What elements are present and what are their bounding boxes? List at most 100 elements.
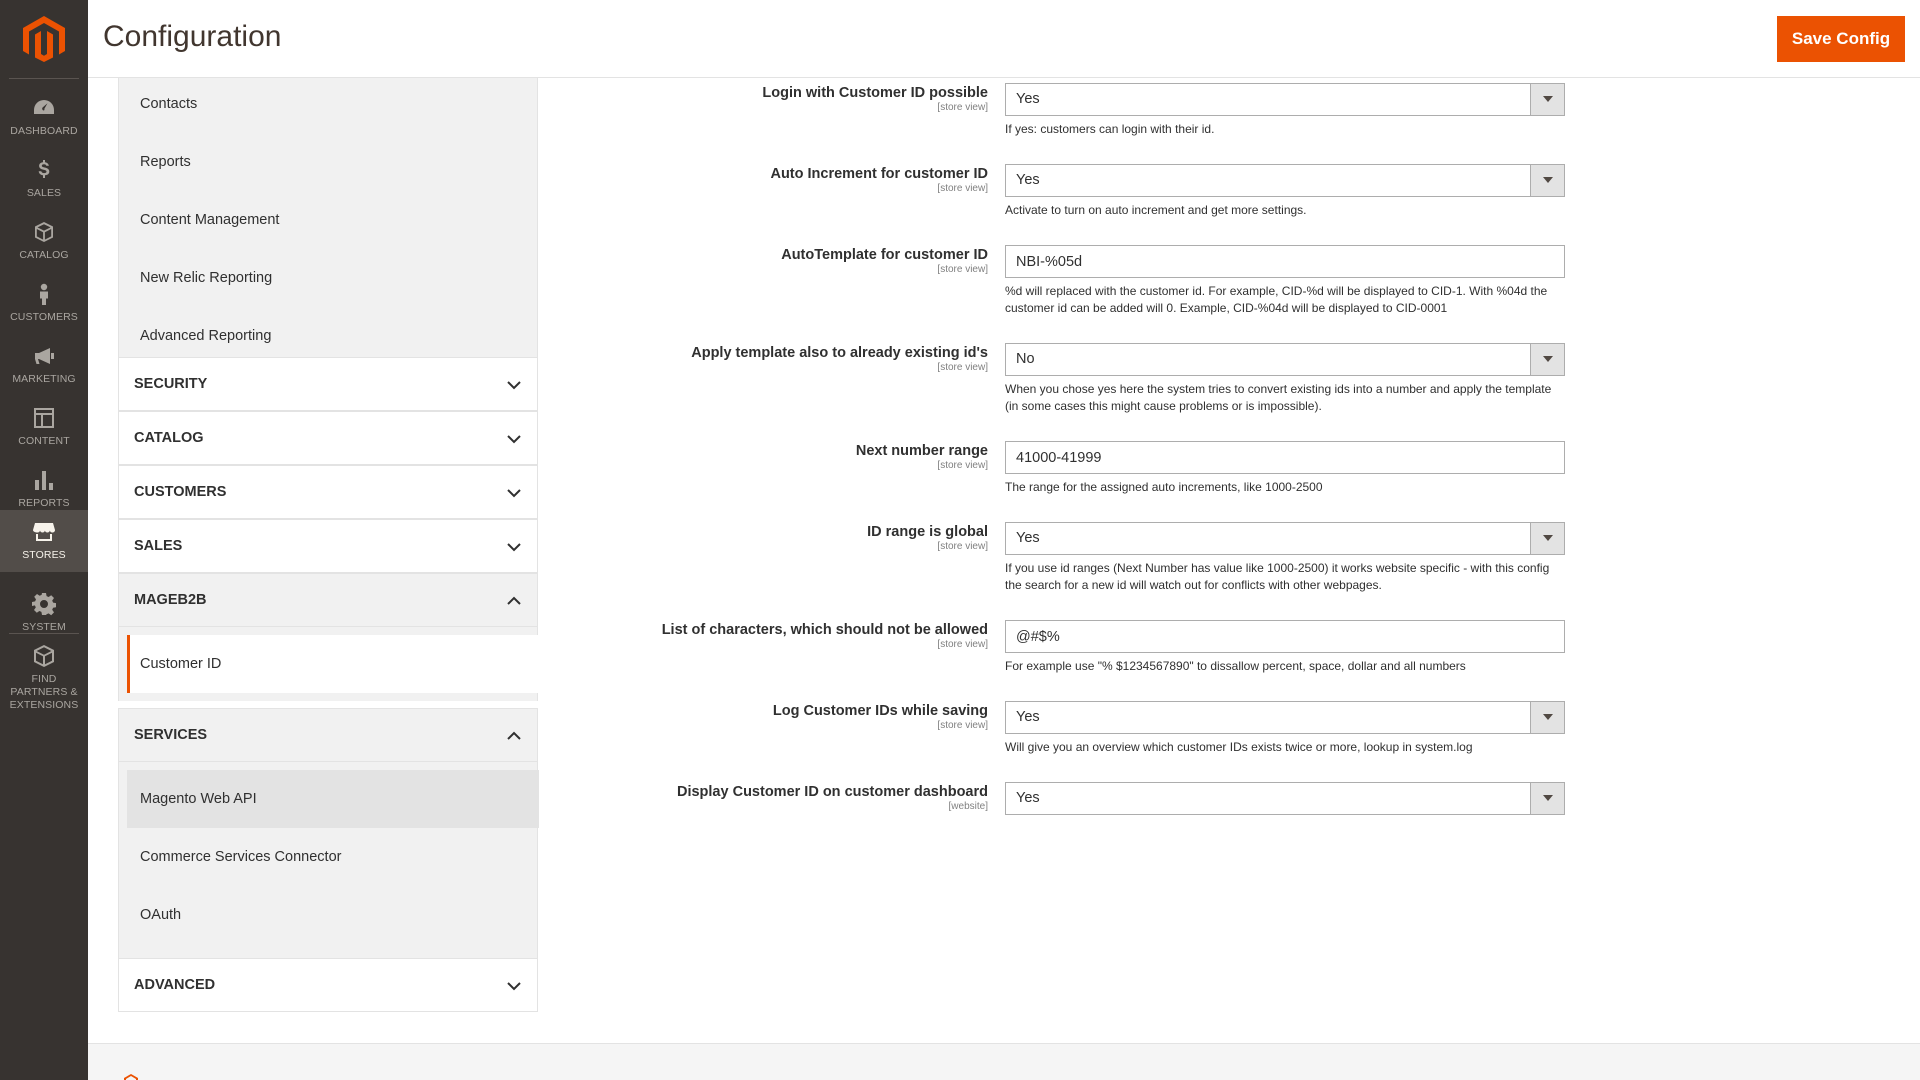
field-label: Auto Increment for customer ID: [770, 166, 988, 182]
select-arrow[interactable]: [1530, 344, 1564, 375]
field-control: Yes: [1005, 782, 1565, 815]
section-customers[interactable]: CUSTOMERS: [118, 465, 538, 519]
tab-item-oauth[interactable]: OAuth: [127, 886, 539, 944]
nav-item-stores[interactable]: STORES: [0, 510, 88, 572]
tab-item-reports[interactable]: Reports: [127, 133, 539, 191]
select-value: Yes: [1016, 530, 1040, 546]
tab-group-general: Contacts Reports Content Management New …: [118, 78, 538, 357]
tab-group-services: Magento Web API Commerce Services Connec…: [118, 762, 539, 958]
cubes-icon: [34, 645, 54, 667]
nav-label: CONTENT: [18, 435, 70, 447]
nav-item-marketing[interactable]: MARKETING: [0, 334, 88, 396]
megaphone-icon: [35, 348, 54, 364]
select-arrow[interactable]: [1530, 523, 1564, 554]
section-title: SECURITY: [134, 376, 208, 392]
tab-item-contacts[interactable]: Contacts: [127, 75, 539, 133]
nav-item-sales[interactable]: SALES: [0, 148, 88, 210]
field-control: The range for the assigned auto incremen…: [1005, 441, 1565, 496]
disallowed-characters-input[interactable]: [1005, 620, 1565, 653]
field-scope: [store view]: [937, 183, 988, 194]
display-customer-id-select[interactable]: Yes: [1005, 782, 1565, 815]
person-icon: [40, 283, 48, 305]
tab-item-new-relic-reporting[interactable]: New Relic Reporting: [127, 249, 539, 307]
section-advanced[interactable]: ADVANCED: [118, 958, 538, 1012]
field-label-wrap: Log Customer IDs while saving [store vie…: [588, 703, 988, 731]
caret-down-icon: [1543, 714, 1553, 720]
field-label-wrap: List of characters, which should not be …: [588, 622, 988, 650]
field-note: If yes: customers can login with their i…: [1005, 122, 1215, 136]
tab-item-commerce-services-connector[interactable]: Commerce Services Connector: [127, 828, 539, 886]
login-with-customer-id-select[interactable]: Yes: [1005, 83, 1565, 116]
section-sales[interactable]: SALES: [118, 519, 538, 573]
nav-label: DASHBOARD: [10, 125, 78, 137]
save-config-button[interactable]: Save Config: [1777, 16, 1905, 62]
field-control: For example use "% $1234567890" to dissa…: [1005, 620, 1565, 675]
nav-item-catalog[interactable]: CATALOG: [0, 210, 88, 272]
field-label-wrap: Apply template also to already existing …: [588, 345, 988, 373]
chevron-down-icon: [507, 435, 521, 444]
field-control: No When you chose yes here the system tr…: [1005, 343, 1565, 414]
nav-label: REPORTS: [18, 497, 70, 509]
box-icon: [35, 222, 53, 242]
log-customer-ids-select[interactable]: Yes: [1005, 701, 1565, 734]
select-value: Yes: [1016, 790, 1040, 806]
select-arrow[interactable]: [1530, 783, 1564, 814]
section-title: SALES: [134, 538, 183, 554]
tab-item-content-management[interactable]: Content Management: [127, 191, 539, 249]
page-footer: [88, 1043, 1920, 1080]
chevron-down-icon: [507, 381, 521, 390]
chevron-down-icon: [507, 543, 521, 552]
field-control: Yes If yes: customers can login with the…: [1005, 83, 1565, 138]
field-label-wrap: Login with Customer ID possible [store v…: [588, 85, 988, 113]
page-header: Configuration Save Config: [88, 0, 1920, 78]
layout-icon: [34, 408, 54, 428]
auto-increment-select[interactable]: Yes: [1005, 164, 1565, 197]
nav-label: CUSTOMERS: [10, 311, 78, 323]
autotemplate-input[interactable]: [1005, 245, 1565, 278]
id-range-global-select[interactable]: Yes: [1005, 522, 1565, 555]
nav-item-content[interactable]: CONTENT: [0, 396, 88, 458]
select-arrow[interactable]: [1530, 84, 1564, 115]
field-scope: [store view]: [937, 541, 988, 552]
magento-footer-logo-icon: [124, 1074, 138, 1080]
next-number-range-input[interactable]: [1005, 441, 1565, 474]
field-scope: [store view]: [937, 264, 988, 275]
field-scope: [store view]: [937, 102, 988, 113]
nav-item-system[interactable]: SYSTEM: [0, 582, 88, 644]
nav-label: SALES: [26, 187, 62, 199]
field-label: Login with Customer ID possible: [762, 85, 988, 101]
section-services[interactable]: SERVICES: [118, 708, 538, 762]
magento-logo-icon[interactable]: [23, 16, 65, 62]
nav-item-customers[interactable]: CUSTOMERS: [0, 272, 88, 334]
field-scope: [store view]: [937, 460, 988, 471]
nav-label: STORES: [22, 549, 66, 561]
storefront-icon: [33, 523, 55, 541]
tab-item-customer-id[interactable]: Customer ID: [127, 635, 539, 693]
field-label: ID range is global: [867, 524, 988, 540]
tab-item-magento-web-api[interactable]: Magento Web API: [127, 770, 539, 828]
caret-down-icon: [1543, 177, 1553, 183]
section-title: ADVANCED: [134, 977, 216, 993]
field-control: Yes If you use id ranges (Next Number ha…: [1005, 522, 1565, 593]
section-security[interactable]: SECURITY: [118, 357, 538, 411]
field-note: The range for the assigned auto incremen…: [1005, 480, 1323, 494]
field-scope: [website]: [948, 801, 988, 812]
nav-item-dashboard[interactable]: DASHBOARD: [0, 86, 88, 148]
field-note: Activate to turn on auto increment and g…: [1005, 203, 1307, 217]
nav-label: FIND PARTNERS & EXTENSIONS: [9, 673, 79, 711]
apply-template-existing-select[interactable]: No: [1005, 343, 1565, 376]
field-note: If you use id ranges (Next Number has va…: [1005, 561, 1550, 592]
field-label-wrap: ID range is global [store view]: [588, 524, 988, 552]
section-mageb2b[interactable]: MAGEB2B: [118, 573, 538, 627]
field-scope: [store view]: [937, 362, 988, 373]
caret-down-icon: [1543, 795, 1553, 801]
select-arrow[interactable]: [1530, 702, 1564, 733]
field-label: Log Customer IDs while saving: [772, 703, 988, 719]
caret-down-icon: [1543, 535, 1553, 541]
select-arrow[interactable]: [1530, 165, 1564, 196]
section-catalog[interactable]: CATALOG: [118, 411, 538, 465]
nav-item-find-partners[interactable]: FIND PARTNERS & EXTENSIONS: [0, 640, 88, 716]
field-control: %d will replaced with the customer id. F…: [1005, 245, 1565, 316]
field-label: Next number range: [855, 443, 988, 459]
field-note: Will give you an overview which customer…: [1005, 740, 1473, 754]
